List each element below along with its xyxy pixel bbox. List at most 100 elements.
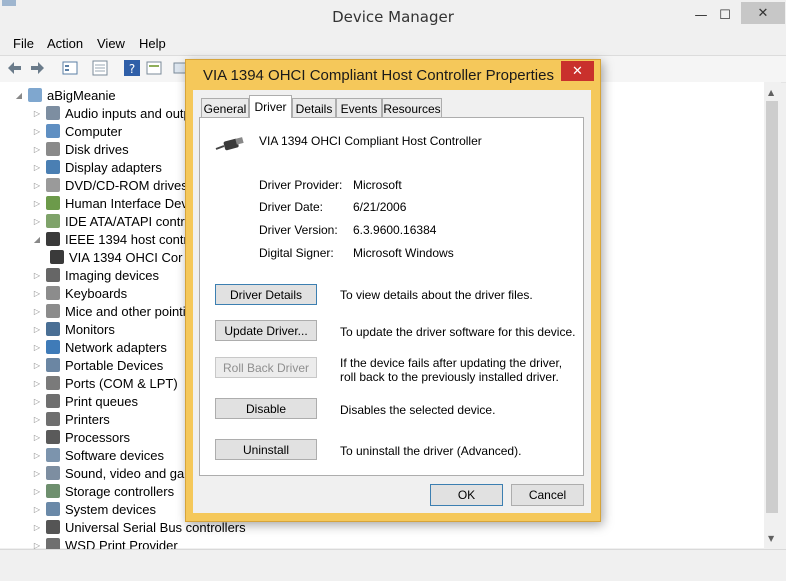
tree-category-item[interactable]: ▷ Computer [32,122,122,140]
tab-details[interactable]: Details [292,98,336,118]
expand-arrow-icon[interactable]: ▷ [32,199,42,208]
dialog-close-button[interactable]: ✕ [561,61,594,81]
expand-arrow-icon[interactable]: ▷ [32,307,42,316]
tree-category-item[interactable]: ▷ DVD/CD-ROM drives [32,176,188,194]
tab-driver[interactable]: Driver [249,95,292,118]
expand-arrow-icon[interactable]: ▷ [32,379,42,388]
window-close-button[interactable]: ✕ [741,2,785,24]
maximize-button[interactable]: ☐ [712,6,738,24]
tree-category-item[interactable]: ▷ Print queues [32,392,138,410]
minimize-button[interactable]: — [688,6,714,24]
tree-item-label: Print queues [65,393,138,409]
expand-arrow-icon[interactable]: ▷ [32,163,42,172]
tree-item-label: IEEE 1394 host controll [65,231,201,247]
tree-category-item[interactable]: ▷ Software devices [32,446,164,464]
collapse-arrow-icon[interactable]: ◢ [14,91,24,100]
tree-item-label: Portable Devices [65,357,164,373]
expand-arrow-icon[interactable]: ▷ [32,523,42,532]
view-icon[interactable] [146,60,162,76]
tree-category-item[interactable]: ▷ Processors [32,428,130,446]
back-arrow-icon[interactable] [7,60,23,76]
disable-button[interactable]: Disable [215,398,317,419]
driver-details-button[interactable]: Driver Details [215,284,317,305]
tree-category-item[interactable]: ▷ Audio inputs and outp [32,104,191,122]
expand-arrow-icon[interactable]: ▷ [32,361,42,370]
tree-item-label: VIA 1394 OHCI Cor [69,249,183,265]
forward-arrow-icon[interactable] [29,60,45,76]
expand-arrow-icon[interactable]: ▷ [32,415,42,424]
tree-category-item[interactable]: ▷ Monitors [32,320,115,338]
driver-version-value: 6.3.9600.16384 [353,223,437,237]
tree-category-item[interactable]: ▷ IDE ATA/ATAPI contro [32,212,192,230]
dvd-icon [46,178,60,192]
tree-category-item[interactable]: ▷ System devices [32,500,156,518]
tree-category-item[interactable]: ▷ Mice and other pointin [32,302,193,320]
driver-provider-label: Driver Provider: [259,178,343,192]
expand-arrow-icon[interactable]: ▷ [32,127,42,136]
cancel-button[interactable]: Cancel [511,484,584,506]
tab-resources[interactable]: Resources [382,98,442,118]
tree-category-item[interactable]: ▷ Storage controllers [32,482,174,500]
ok-button[interactable]: OK [430,484,503,506]
expand-arrow-icon[interactable]: ▷ [32,109,42,118]
uninstall-button[interactable]: Uninstall [215,439,317,460]
tree-item-label: Keyboards [65,285,128,301]
roll-back-driver-desc: If the device fails after updating the d… [340,356,563,384]
tree-category-item[interactable]: ◢ IEEE 1394 host controll [32,230,201,248]
scroll-down-icon[interactable]: ▼ [768,534,774,543]
tree-category-item[interactable]: ▷ Sound, video and gam [32,464,195,482]
tree-category-item[interactable]: ▷ Display adapters [32,158,162,176]
expand-arrow-icon[interactable]: ▷ [32,325,42,334]
svg-text:?: ? [129,62,135,76]
scroll-up-icon[interactable]: ▲ [768,88,774,97]
sound-icon [46,466,60,480]
menu-file[interactable]: File [13,36,34,51]
tree-category-item[interactable]: ▷ Portable Devices [32,356,163,374]
digital-signer-value: Microsoft Windows [353,246,454,260]
update-driver-desc: To update the driver software for this d… [340,325,576,339]
menu-help[interactable]: Help [139,36,166,51]
expand-arrow-icon[interactable]: ▷ [32,505,42,514]
tree-child-item[interactable]: VIA 1394 OHCI Cor [50,248,182,266]
tree-root[interactable]: ◢ aBigMeanie [14,86,116,104]
expand-arrow-icon[interactable]: ▷ [32,271,42,280]
expand-arrow-icon[interactable]: ▷ [32,487,42,496]
software-icon [46,448,60,462]
expand-arrow-icon[interactable]: ▷ [32,397,42,406]
expand-arrow-icon[interactable]: ▷ [32,451,42,460]
properties-icon[interactable] [62,60,78,76]
system-icon [46,502,60,516]
tree-item-label: Network adapters [65,339,167,355]
expand-arrow-icon[interactable]: ▷ [32,343,42,352]
tree-item-label: DVD/CD-ROM drives [65,177,188,193]
expand-arrow-icon[interactable]: ▷ [32,469,42,478]
update-driver-button[interactable]: Update Driver... [215,320,317,341]
tree-category-item[interactable]: ▷ Human Interface Devic [32,194,197,212]
roll-back-driver-button[interactable]: Roll Back Driver [215,357,317,378]
tree-category-item[interactable]: ▷ Network adapters [32,338,167,356]
expand-arrow-icon[interactable]: ▷ [32,433,42,442]
expand-arrow-icon[interactable]: ▷ [32,289,42,298]
mouse-icon [46,304,60,318]
menu-view[interactable]: View [97,36,125,51]
dialog-title: VIA 1394 OHCI Compliant Host Controller … [203,67,554,84]
tree-category-item[interactable]: ▷ Ports (COM & LPT) [32,374,178,392]
expand-arrow-icon[interactable]: ▷ [32,181,42,190]
app-icon [2,0,16,6]
keyboard-icon [46,286,60,300]
tree-category-item[interactable]: ▷ Imaging devices [32,266,159,284]
help-icon[interactable]: ? [124,60,140,76]
tab-general[interactable]: General [201,98,249,118]
tree-category-item[interactable]: ▷ Disk drives [32,140,129,158]
scrollbar-thumb[interactable] [766,101,778,513]
show-hide-icon[interactable] [92,60,108,76]
tree-category-item[interactable]: ▷ Printers [32,410,110,428]
tree-item-label: Mice and other pointin [65,303,193,319]
menu-action[interactable]: Action [47,36,83,51]
expand-arrow-icon[interactable]: ▷ [32,217,42,226]
expand-arrow-icon[interactable]: ▷ [32,145,42,154]
ieee1394-device-icon [50,250,64,264]
tree-category-item[interactable]: ▷ Keyboards [32,284,127,302]
tab-events[interactable]: Events [336,98,382,118]
collapse-arrow-icon[interactable]: ◢ [32,235,42,244]
